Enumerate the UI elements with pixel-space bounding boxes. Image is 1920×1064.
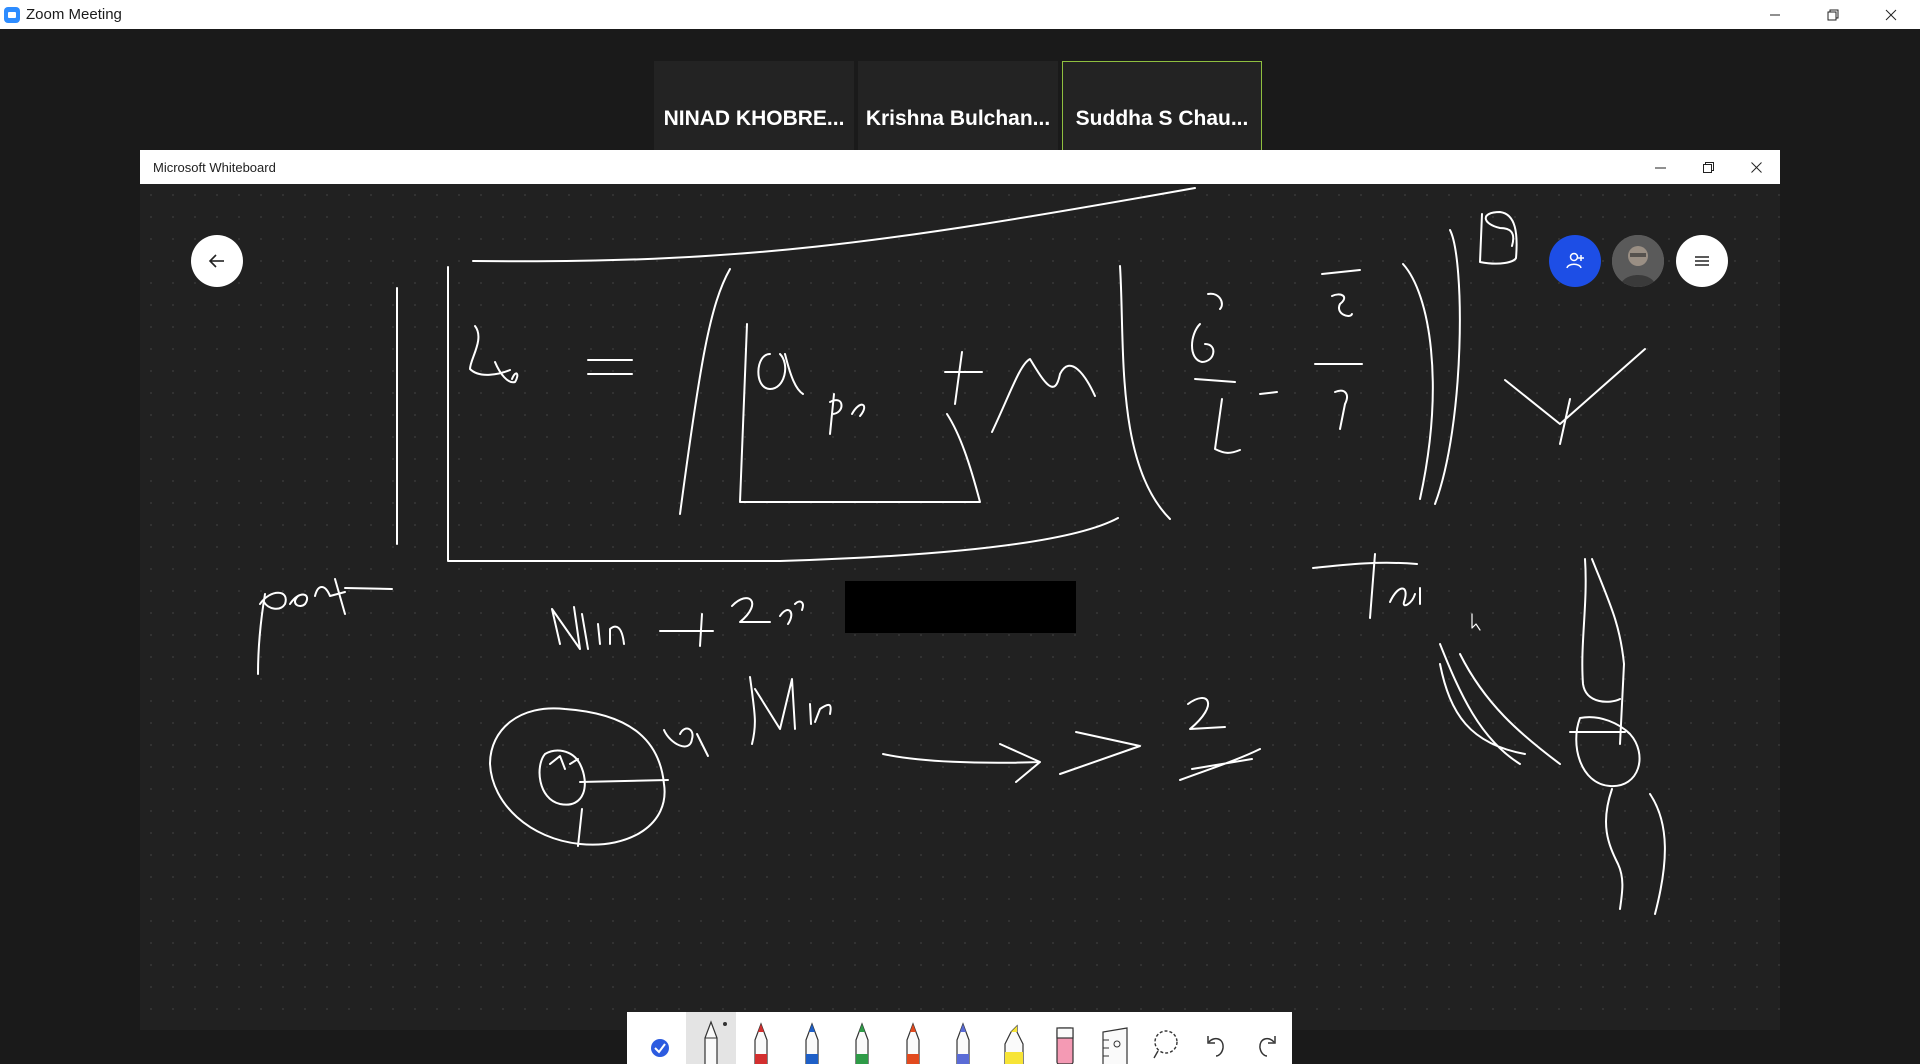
user-avatar-icon bbox=[1612, 235, 1664, 287]
undo-button[interactable] bbox=[1191, 1012, 1242, 1064]
select-tool-icon bbox=[651, 1039, 670, 1057]
hamburger-icon bbox=[1695, 256, 1709, 266]
purple-pen-tool[interactable] bbox=[938, 1012, 989, 1064]
green-pen-tool[interactable] bbox=[837, 1012, 888, 1064]
blue-pen-tool[interactable] bbox=[787, 1012, 838, 1064]
whiteboard-titlebar: Microsoft Whiteboard bbox=[140, 150, 1780, 184]
purple-pen-icon bbox=[956, 1022, 971, 1064]
red-pen-icon bbox=[754, 1022, 768, 1064]
arrow-left-icon bbox=[208, 254, 224, 268]
window-controls bbox=[1746, 0, 1920, 29]
add-person-icon bbox=[1566, 252, 1584, 269]
eraser-tool[interactable] bbox=[1039, 1012, 1090, 1064]
whiteboard-title: Microsoft Whiteboard bbox=[153, 159, 276, 175]
avatar[interactable] bbox=[1612, 235, 1664, 287]
eraser-icon bbox=[1055, 1027, 1074, 1064]
pencil-tool[interactable] bbox=[685, 1012, 737, 1064]
participant-name: NINAD KHOBRE... bbox=[663, 107, 845, 130]
window-title: Zoom Meeting bbox=[26, 6, 122, 23]
menu-button[interactable] bbox=[1676, 235, 1728, 287]
close-button[interactable] bbox=[1862, 0, 1920, 29]
invite-button[interactable] bbox=[1549, 235, 1601, 287]
lasso-tool[interactable] bbox=[1140, 1012, 1191, 1064]
red-pen-tool[interactable] bbox=[736, 1012, 787, 1064]
minimize-button[interactable] bbox=[1746, 0, 1804, 29]
ruler-tool[interactable] bbox=[1090, 1012, 1141, 1064]
highlighter-tool[interactable] bbox=[989, 1012, 1040, 1064]
undo-icon bbox=[1207, 1036, 1224, 1057]
redo-icon bbox=[1258, 1036, 1276, 1057]
wb-minimize-button[interactable] bbox=[1636, 150, 1684, 184]
lasso-icon bbox=[1152, 1030, 1178, 1059]
restore-button[interactable] bbox=[1804, 0, 1862, 29]
redo-button[interactable] bbox=[1241, 1012, 1292, 1064]
zoom-app-icon bbox=[4, 6, 20, 23]
wb-restore-button[interactable] bbox=[1684, 150, 1732, 184]
participant-name: Suddha S Chau... bbox=[1075, 107, 1249, 130]
whiteboard-window: Microsoft Whiteboard bbox=[140, 150, 1780, 1064]
whiteboard-toolbar bbox=[627, 1012, 1292, 1064]
participant-name: Krishna Bulchan... bbox=[865, 107, 1051, 130]
whiteboard-canvas[interactable] bbox=[140, 184, 1780, 1064]
highlighter-icon bbox=[1004, 1024, 1024, 1064]
whiteboard-window-controls bbox=[1636, 150, 1780, 184]
redaction-box bbox=[845, 581, 1076, 633]
back-button[interactable] bbox=[191, 235, 243, 287]
orange-red-pen-tool[interactable] bbox=[888, 1012, 939, 1064]
select-tool[interactable] bbox=[635, 1012, 686, 1064]
blue-pen-icon bbox=[805, 1022, 819, 1064]
wb-close-button[interactable] bbox=[1732, 150, 1780, 184]
pencil-tool-icon bbox=[704, 1020, 727, 1064]
orange-red-pen-icon bbox=[906, 1022, 920, 1064]
ruler-icon bbox=[1102, 1027, 1128, 1064]
zoom-titlebar: Zoom Meeting bbox=[0, 0, 1920, 29]
green-pen-icon bbox=[855, 1022, 869, 1064]
